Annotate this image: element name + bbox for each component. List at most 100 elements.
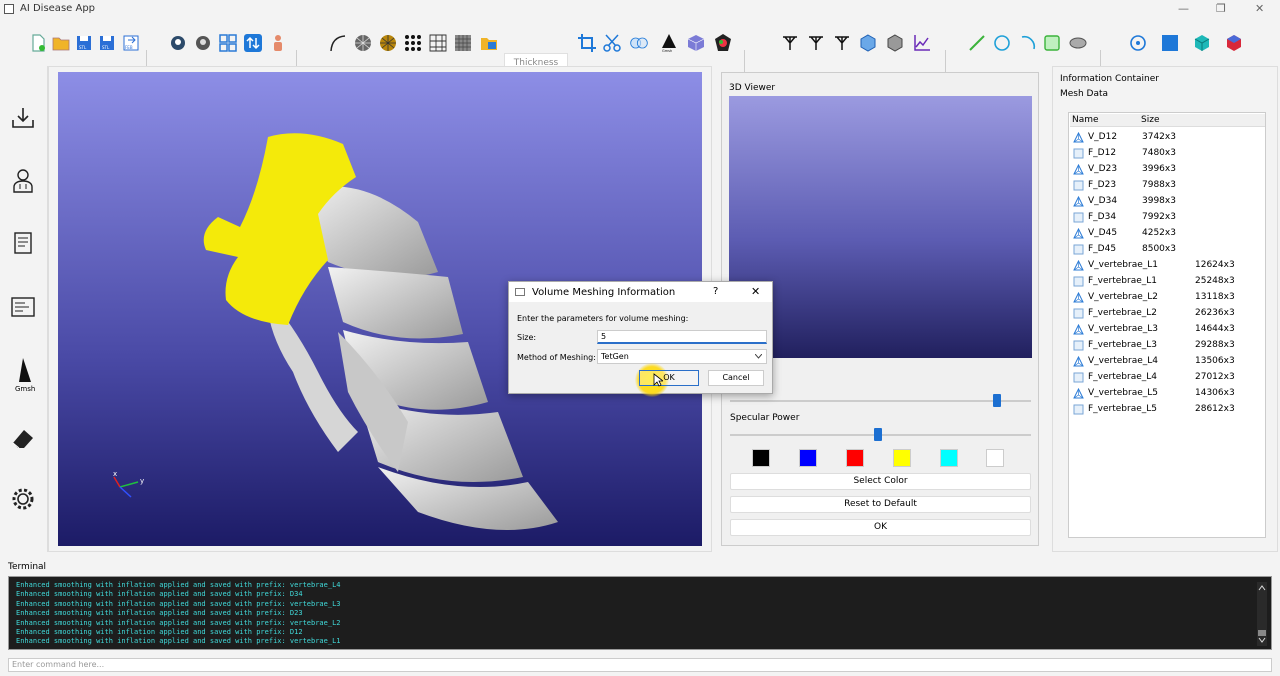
command-input[interactable]: Enter command here... bbox=[8, 658, 1272, 672]
import-icon[interactable] bbox=[9, 104, 37, 132]
dialog-help-button[interactable]: ? bbox=[713, 286, 718, 297]
specular-power-handle[interactable] bbox=[874, 428, 882, 441]
mesh-row[interactable]: V_vertebrae_L2 13118x3 bbox=[1071, 289, 1265, 305]
mesh-row[interactable]: F_D45 8500x3 bbox=[1071, 241, 1265, 257]
color-swatch[interactable] bbox=[986, 449, 1004, 467]
mesh-row-size: 29288x3 bbox=[1195, 340, 1235, 350]
dot-grid-icon[interactable] bbox=[403, 33, 423, 53]
doctor-icon[interactable] bbox=[9, 166, 37, 194]
terminal-line: Enhanced smoothing with inflation applie… bbox=[16, 618, 341, 627]
surface-mesh-icon bbox=[1073, 148, 1084, 159]
dialog-cancel-button[interactable]: Cancel bbox=[708, 370, 764, 386]
texture-icon[interactable] bbox=[453, 33, 473, 53]
crop-icon[interactable] bbox=[577, 33, 597, 53]
mesh-row[interactable]: F_vertebrae_L3 29288x3 bbox=[1071, 337, 1265, 353]
arc-tool-icon[interactable] bbox=[1018, 33, 1038, 53]
eraser-icon[interactable] bbox=[9, 424, 37, 452]
color-swatch[interactable] bbox=[893, 449, 911, 467]
viewer-3d-canvas[interactable] bbox=[729, 96, 1032, 358]
mesh-row[interactable]: V_vertebrae_L1 12624x3 bbox=[1071, 257, 1265, 273]
teal-cube-icon[interactable] bbox=[1192, 33, 1212, 53]
mesh-row[interactable]: F_vertebrae_L1 25248x3 bbox=[1071, 273, 1265, 289]
boolean-icon[interactable] bbox=[629, 33, 649, 53]
ellipse-tool-icon[interactable] bbox=[1068, 33, 1088, 53]
report-icon[interactable] bbox=[9, 229, 37, 257]
mesh-row[interactable]: V_vertebrae_L3 14644x3 bbox=[1071, 321, 1265, 337]
column-name-header[interactable]: Name bbox=[1072, 115, 1099, 125]
mesh-row[interactable]: F_D12 7480x3 bbox=[1071, 145, 1265, 161]
segment-head-icon[interactable] bbox=[168, 33, 188, 53]
grid-view-icon[interactable] bbox=[218, 33, 238, 53]
new-file-icon[interactable] bbox=[28, 33, 48, 53]
mesh-row-size: 7992x3 bbox=[1142, 212, 1176, 222]
circle-tool-icon[interactable] bbox=[992, 33, 1012, 53]
mesh-row[interactable]: V_vertebrae_L5 14306x3 bbox=[1071, 385, 1265, 401]
dialog-title: Volume Meshing Information bbox=[532, 287, 676, 298]
color-swatch[interactable] bbox=[846, 449, 864, 467]
mesh-colored-icon[interactable] bbox=[378, 33, 398, 53]
mesh-row[interactable]: F_vertebrae_L4 27012x3 bbox=[1071, 369, 1265, 385]
transfer-icon[interactable] bbox=[243, 33, 263, 53]
left-sidebar: Gmsh bbox=[0, 66, 48, 552]
close-button[interactable]: ✕ bbox=[1255, 2, 1264, 15]
mesh-row[interactable]: V_D34 3998x3 bbox=[1071, 193, 1265, 209]
mesh-row[interactable]: F_D23 7988x3 bbox=[1071, 177, 1265, 193]
gmsh-tool-icon[interactable]: Gmsh bbox=[659, 33, 679, 53]
node-icon-2[interactable] bbox=[806, 33, 826, 53]
size-input[interactable]: 5 bbox=[597, 330, 767, 344]
rgb-cube-icon[interactable] bbox=[1224, 33, 1244, 53]
node-icon-1[interactable] bbox=[780, 33, 800, 53]
select-color-button[interactable]: Select Color bbox=[730, 473, 1031, 490]
mesh-sphere-icon[interactable] bbox=[353, 33, 373, 53]
gmsh-icon[interactable] bbox=[9, 356, 37, 384]
node-icon-3[interactable] bbox=[832, 33, 852, 53]
dialog-ok-button[interactable]: OK bbox=[639, 370, 699, 386]
line-tool-icon[interactable] bbox=[967, 33, 987, 53]
log-panel-icon[interactable] bbox=[9, 293, 37, 321]
body-icon[interactable] bbox=[268, 33, 288, 53]
mesh-row[interactable]: V_D45 4252x3 bbox=[1071, 225, 1265, 241]
color-swatch[interactable] bbox=[940, 449, 958, 467]
slider-handle-1[interactable] bbox=[993, 394, 1001, 407]
save-as-stl-icon[interactable]: STL bbox=[97, 33, 117, 53]
gray-cube-icon[interactable] bbox=[885, 33, 905, 53]
settings-gear-icon[interactable] bbox=[9, 485, 37, 513]
mesh-row[interactable]: F_vertebrae_L2 26236x3 bbox=[1071, 305, 1265, 321]
wireframe-icon[interactable] bbox=[428, 33, 448, 53]
rectangle-tool-icon[interactable] bbox=[1042, 33, 1062, 53]
column-size-header[interactable]: Size bbox=[1141, 115, 1159, 125]
dialog-titlebar: Volume Meshing Information ? ✕ bbox=[509, 282, 772, 302]
mesh-row[interactable]: V_D23 3996x3 bbox=[1071, 161, 1265, 177]
open-folder-icon[interactable] bbox=[51, 33, 71, 53]
mesh-row[interactable]: F_D34 7992x3 bbox=[1071, 209, 1265, 225]
folder-export-icon[interactable] bbox=[479, 33, 499, 53]
dialog-close-button[interactable]: ✕ bbox=[751, 285, 760, 298]
reset-default-button[interactable]: Reset to Default bbox=[730, 496, 1031, 513]
mesh-row[interactable]: V_vertebrae_L4 13506x3 bbox=[1071, 353, 1265, 369]
save-stl-icon[interactable]: STL bbox=[74, 33, 94, 53]
mesh-data-tree[interactable]: Name Size V_D12 3742x3 F_D12 7480x3 V_D23 399… bbox=[1068, 112, 1266, 538]
target-icon[interactable] bbox=[1128, 33, 1148, 53]
curve-icon[interactable] bbox=[328, 33, 348, 53]
export-feb-icon[interactable]: FEB bbox=[121, 33, 141, 53]
scissors-icon[interactable] bbox=[602, 33, 622, 53]
segment-spine-icon[interactable] bbox=[193, 33, 213, 53]
color-swatch[interactable] bbox=[752, 449, 770, 467]
mesh-row[interactable]: F_vertebrae_L5 28612x3 bbox=[1071, 401, 1265, 417]
mesh-row-name: V_vertebrae_L1 bbox=[1088, 260, 1158, 270]
terminal-scrollbar[interactable] bbox=[1256, 582, 1268, 646]
blue-cube-icon[interactable] bbox=[858, 33, 878, 53]
volume-meshing-dialog: Volume Meshing Information ? ✕ Enter the… bbox=[508, 281, 773, 397]
voxel-cube-icon[interactable] bbox=[686, 33, 706, 53]
maximize-button[interactable]: ❐ bbox=[1216, 2, 1226, 15]
minimize-button[interactable]: — bbox=[1178, 2, 1189, 15]
mesh-row[interactable]: V_D12 3742x3 bbox=[1071, 129, 1265, 145]
viewer-ok-button[interactable]: OK bbox=[730, 519, 1031, 536]
brand-shield-icon[interactable] bbox=[713, 33, 733, 53]
color-swatch[interactable] bbox=[799, 449, 817, 467]
meshing-method-select[interactable]: TetGen bbox=[597, 349, 767, 364]
volume-mesh-icon bbox=[1073, 356, 1084, 367]
terminal-output[interactable]: Enhanced smoothing with inflation applie… bbox=[8, 576, 1272, 650]
square-blue-icon[interactable] bbox=[1160, 33, 1180, 53]
plot-axes-icon[interactable] bbox=[912, 33, 932, 53]
